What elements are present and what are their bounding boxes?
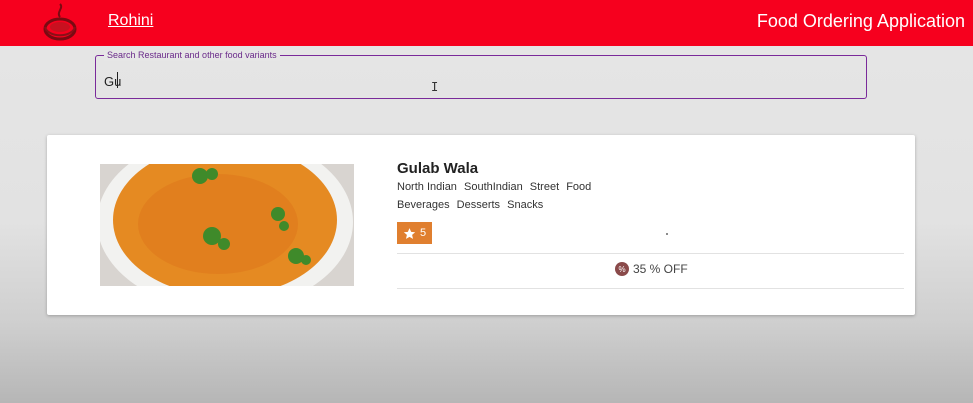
star-icon	[403, 227, 416, 239]
food-plate-logo-icon[interactable]	[38, 0, 82, 46]
offer-text: 35 % OFF	[633, 262, 688, 276]
app-bar: Rohini Food Ordering Application	[0, 0, 973, 46]
rating-value: 5	[419, 227, 427, 239]
text-caret	[117, 72, 118, 88]
cuisine-list: North Indian SouthIndian Street Food Bev…	[397, 178, 597, 214]
ibeam-cursor-icon: I	[431, 80, 439, 94]
discount-icon: %	[615, 262, 629, 276]
separator-dot	[666, 233, 668, 235]
cuisine-tag: Beverages	[397, 199, 450, 211]
restaurant-name[interactable]: Gulab Wala	[397, 160, 478, 177]
restaurant-card[interactable]: Gulab Wala North Indian SouthIndian Stre…	[47, 135, 915, 315]
offer: % 35 % OFF	[615, 262, 688, 276]
user-link[interactable]: Rohini	[108, 12, 153, 30]
cuisine-tag: Food	[566, 181, 592, 193]
dal-bowl-image	[100, 164, 354, 286]
app-title: Food Ordering Application	[756, 11, 965, 31]
cuisine-tag: Desserts	[456, 199, 501, 211]
search-label: Search Restaurant and other food variant…	[104, 50, 280, 61]
rating-badge: 5	[397, 222, 432, 244]
cuisine-tag: Street	[529, 181, 560, 193]
cuisine-tag: Snacks	[507, 199, 544, 211]
divider	[397, 288, 904, 289]
cuisine-tag: SouthIndian	[464, 181, 523, 193]
cuisine-tag: North Indian	[397, 181, 457, 193]
search-input[interactable]	[104, 72, 844, 90]
divider	[397, 253, 904, 254]
